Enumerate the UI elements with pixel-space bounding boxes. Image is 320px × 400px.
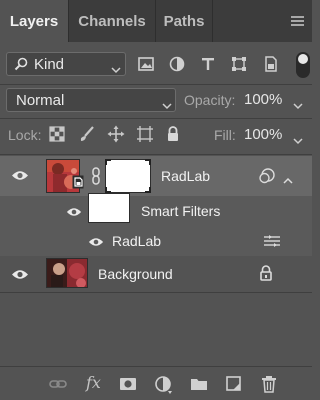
smart-filters-label: Smart Filters <box>141 203 221 219</box>
fill-value[interactable]: 100% <box>244 126 282 143</box>
layer-row-radlab[interactable]: RadLab <box>0 156 312 196</box>
filter-name[interactable]: RadLab <box>112 233 161 249</box>
filter-row-radlab[interactable]: RadLab <box>0 226 312 256</box>
fx-icon[interactable]: fx <box>86 373 101 392</box>
filter-kind-select[interactable]: Kind <box>6 52 126 76</box>
filter-toggle[interactable] <box>296 52 310 78</box>
collapse-effects-icon[interactable] <box>283 171 293 189</box>
search-icon <box>14 57 28 76</box>
layers-action-bar: fx <box>0 366 312 400</box>
smart-object-badge-icon <box>72 175 84 194</box>
new-group-icon[interactable] <box>190 375 208 393</box>
new-layer-icon[interactable] <box>225 375 243 393</box>
visibility-eye-icon[interactable] <box>11 268 29 286</box>
image-filter-icon[interactable] <box>137 55 155 73</box>
visibility-eye-icon[interactable] <box>11 169 29 187</box>
chevron-down-icon <box>162 97 172 115</box>
chevron-down-icon <box>111 61 121 79</box>
blend-mode-label: Normal <box>16 92 65 109</box>
layer-thumbnail <box>46 258 88 288</box>
fill-dropdown-icon[interactable] <box>293 132 303 150</box>
tab-layers[interactable]: Layers <box>0 0 68 42</box>
visibility-eye-icon[interactable] <box>66 205 82 223</box>
tab-channels[interactable]: Channels <box>69 0 155 42</box>
opacity-dropdown-icon[interactable] <box>293 97 303 115</box>
adjustment-filter-icon[interactable] <box>168 55 186 73</box>
smart-object-indicator-icon <box>258 167 276 190</box>
fill-label: Fill: <box>214 127 236 143</box>
tab-bar: Layers Channels Paths <box>0 0 312 42</box>
type-filter-icon[interactable] <box>199 55 217 73</box>
opacity-label: Opacity: <box>184 92 236 108</box>
opacity-value[interactable]: 100% <box>244 91 282 108</box>
tab-paths[interactable]: Paths <box>156 0 212 42</box>
layer-locked-icon <box>259 265 273 286</box>
panel-menu-icon[interactable] <box>291 16 304 26</box>
smart-filters-mask-thumbnail[interactable] <box>88 193 130 223</box>
layer-list: RadLab Smart Filters RadLab Background <box>0 156 312 364</box>
lock-transparent-pixels-icon[interactable] <box>48 125 66 143</box>
filter-kind-label: Kind <box>34 56 65 73</box>
filter-mask-thumbnail[interactable] <box>105 159 151 193</box>
filter-blending-options-icon[interactable] <box>263 234 281 253</box>
visibility-eye-icon[interactable] <box>88 235 104 253</box>
mask-link-icon[interactable] <box>91 167 101 190</box>
layers-panel: Layers Channels Paths Kind Normal Opacit… <box>0 0 312 400</box>
lock-all-icon[interactable] <box>164 125 182 143</box>
link-layers-icon[interactable] <box>49 375 67 393</box>
lock-image-pixels-icon[interactable] <box>78 125 96 143</box>
smart-object-filter-icon[interactable] <box>262 55 280 73</box>
layer-name[interactable]: RadLab <box>161 168 210 184</box>
lock-label: Lock: <box>8 127 42 143</box>
lock-position-icon[interactable] <box>107 125 125 143</box>
layer-name[interactable]: Background <box>98 266 173 282</box>
smart-filters-row[interactable]: Smart Filters <box>0 193 312 226</box>
layer-row-background[interactable]: Background <box>0 256 312 292</box>
lock-artboard-icon[interactable] <box>136 125 154 143</box>
delete-layer-icon[interactable] <box>260 375 278 393</box>
add-mask-icon[interactable] <box>119 375 137 393</box>
blend-mode-select[interactable]: Normal <box>6 88 176 112</box>
shape-filter-icon[interactable] <box>230 55 248 73</box>
adjustment-layer-icon[interactable] <box>154 375 172 394</box>
